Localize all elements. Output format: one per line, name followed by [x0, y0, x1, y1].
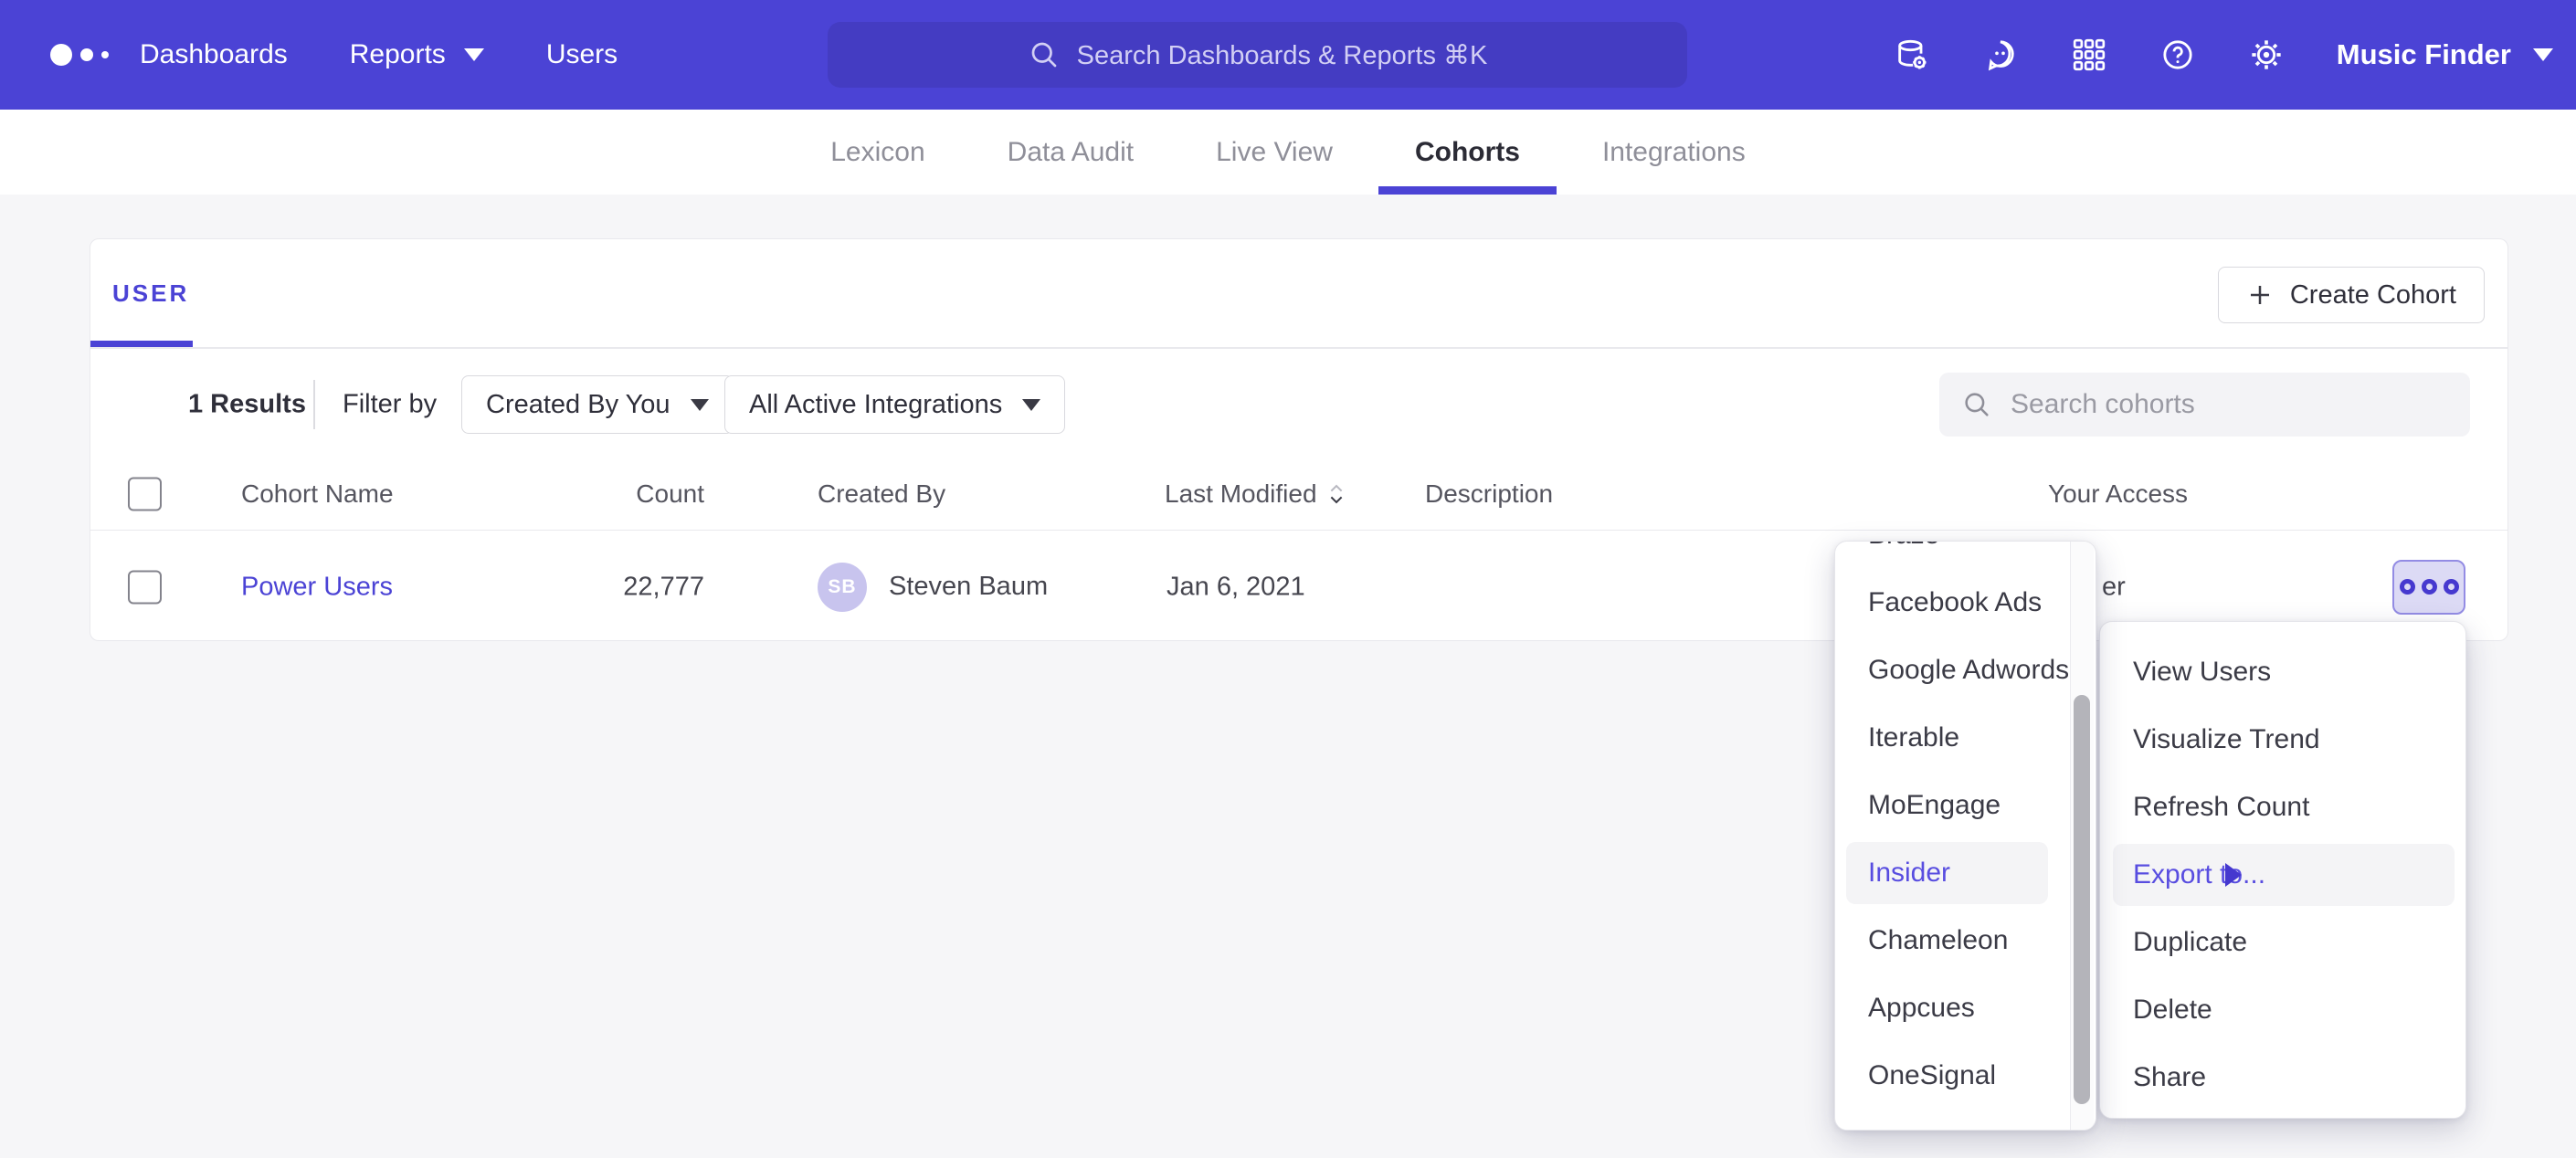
- row-more-actions-button[interactable]: [2392, 560, 2465, 615]
- integrations-filter-dropdown[interactable]: All Active Integrations: [724, 375, 1065, 434]
- submenu-item-facebook-ads[interactable]: Facebook Ads: [1835, 569, 2096, 637]
- create-cohort-label: Create Cohort: [2290, 280, 2456, 311]
- more-dots-icon: [2422, 579, 2437, 595]
- last-modified-date: Jan 6, 2021: [1167, 572, 1305, 602]
- mixpanel-dots-logo[interactable]: [50, 44, 114, 66]
- help-icon[interactable]: [2159, 37, 2196, 73]
- table-header-row: Cohort Name Count Created By Last Modifi…: [90, 458, 2507, 531]
- row-actions-menu: View Users Visualize Trend Refresh Count…: [2099, 621, 2466, 1119]
- settings-gear-icon[interactable]: [2248, 37, 2285, 73]
- submenu-item-chameleon[interactable]: Chameleon: [1835, 907, 2096, 974]
- tab-integrations[interactable]: Integrations: [1566, 110, 1782, 195]
- results-count: 1 Results: [188, 390, 306, 420]
- submenu-arrow-icon: [2225, 863, 2242, 887]
- menu-item-refresh-count[interactable]: Refresh Count: [2100, 774, 2465, 841]
- menu-item-duplicate[interactable]: Duplicate: [2100, 909, 2465, 976]
- sort-icon: [1328, 482, 1345, 506]
- cohort-name-link[interactable]: Power Users: [241, 572, 393, 602]
- submenu-item-appcues[interactable]: Appcues: [1835, 974, 2096, 1042]
- submenu-item-iterable[interactable]: Iterable: [1835, 704, 2096, 772]
- data-management-icon[interactable]: [1894, 37, 1930, 73]
- submenu-item-google-adwords[interactable]: Google Adwords: [1835, 637, 2096, 704]
- tab-user-cohorts[interactable]: USER: [112, 279, 189, 308]
- submenu-scrollbar-track[interactable]: [2070, 542, 2094, 1130]
- tab-data-audit[interactable]: Data Audit: [971, 110, 1170, 195]
- nav-item-reports[interactable]: Reports: [350, 39, 484, 70]
- chevron-down-icon: [1022, 399, 1040, 411]
- chevron-down-icon: [2533, 48, 2553, 61]
- global-search-input[interactable]: Search Dashboards & Reports ⌘K: [828, 22, 1687, 88]
- submenu-item-onesignal[interactable]: OneSignal: [1835, 1042, 2096, 1110]
- cohorts-card: USER Create Cohort 1 Results Filter by C…: [90, 238, 2508, 641]
- menu-item-view-users[interactable]: View Users: [2100, 638, 2465, 706]
- chevron-down-icon: [691, 399, 709, 411]
- menu-item-visualize-trend[interactable]: Visualize Trend: [2100, 706, 2465, 774]
- avatar: SB: [818, 563, 867, 612]
- nav-item-label: Dashboards: [140, 39, 288, 70]
- col-header-count[interactable]: Count: [547, 479, 704, 509]
- search-icon: [1961, 389, 1992, 420]
- cohort-search-input[interactable]: Search cohorts: [1939, 373, 2470, 437]
- created-by-filter-dropdown[interactable]: Created By You: [461, 375, 734, 434]
- feedback-icon[interactable]: [1982, 37, 2019, 73]
- tab-cohorts[interactable]: Cohorts: [1378, 110, 1557, 195]
- tab-live-view[interactable]: Live View: [1179, 110, 1369, 195]
- col-header-created-by[interactable]: Created By: [818, 479, 945, 509]
- tab-lexicon[interactable]: Lexicon: [794, 110, 961, 195]
- col-header-your-access[interactable]: Your Access: [2048, 479, 2188, 509]
- menu-item-export-to[interactable]: Export to...: [2100, 841, 2465, 909]
- row-checkbox[interactable]: [128, 570, 162, 604]
- submenu-item-insider[interactable]: Insider: [1835, 839, 2096, 907]
- project-switcher[interactable]: Music Finder: [2337, 38, 2553, 71]
- more-dots-icon: [2444, 579, 2459, 595]
- global-search-placeholder: Search Dashboards & Reports ⌘K: [1077, 39, 1488, 71]
- select-all-checkbox[interactable]: [128, 477, 162, 511]
- submenu-scrollbar-thumb[interactable]: [2074, 695, 2090, 1104]
- submenu-item-moengage[interactable]: MoEngage: [1835, 772, 2096, 839]
- divider: [313, 380, 315, 429]
- filter-by-label: Filter by: [343, 390, 437, 420]
- active-tab-underline: [1378, 186, 1557, 195]
- divider: [90, 347, 2507, 349]
- project-name: Music Finder: [2337, 38, 2511, 71]
- nav-item-label: Users: [546, 39, 618, 70]
- create-cohort-button[interactable]: Create Cohort: [2218, 267, 2485, 323]
- col-header-last-modified[interactable]: Last Modified: [1165, 479, 1345, 509]
- apps-grid-icon[interactable]: [2071, 37, 2107, 73]
- col-header-description[interactable]: Description: [1425, 479, 1553, 509]
- plus-icon: [2246, 281, 2274, 309]
- creator-name: Steven Baum: [889, 572, 1048, 602]
- col-header-cohort-name[interactable]: Cohort Name: [241, 479, 394, 509]
- your-access-value-partial: er: [2102, 572, 2126, 602]
- cohort-count: 22,777: [547, 572, 704, 602]
- chevron-down-icon: [464, 48, 484, 61]
- nav-item-label: Reports: [350, 39, 446, 70]
- top-navbar: Dashboards Reports Users Search Dashboar…: [0, 0, 2576, 110]
- section-tabs: Lexicon Data Audit Live View Cohorts Int…: [0, 110, 2576, 195]
- cohort-search-placeholder: Search cohorts: [2011, 389, 2195, 420]
- created-by-cell: SB Steven Baum: [818, 563, 1048, 612]
- menu-item-delete[interactable]: Delete: [2100, 976, 2465, 1044]
- filter-bar: 1 Results Filter by Created By You All A…: [90, 373, 2507, 437]
- nav-item-users[interactable]: Users: [546, 39, 618, 70]
- search-icon: [1028, 38, 1061, 71]
- submenu-item-braze[interactable]: Braze: [1835, 541, 2096, 569]
- nav-item-dashboards[interactable]: Dashboards: [140, 39, 288, 70]
- menu-item-share[interactable]: Share: [2100, 1044, 2465, 1111]
- export-to-submenu: Braze Facebook Ads Google Adwords Iterab…: [1834, 541, 2096, 1131]
- more-dots-icon: [2400, 579, 2415, 595]
